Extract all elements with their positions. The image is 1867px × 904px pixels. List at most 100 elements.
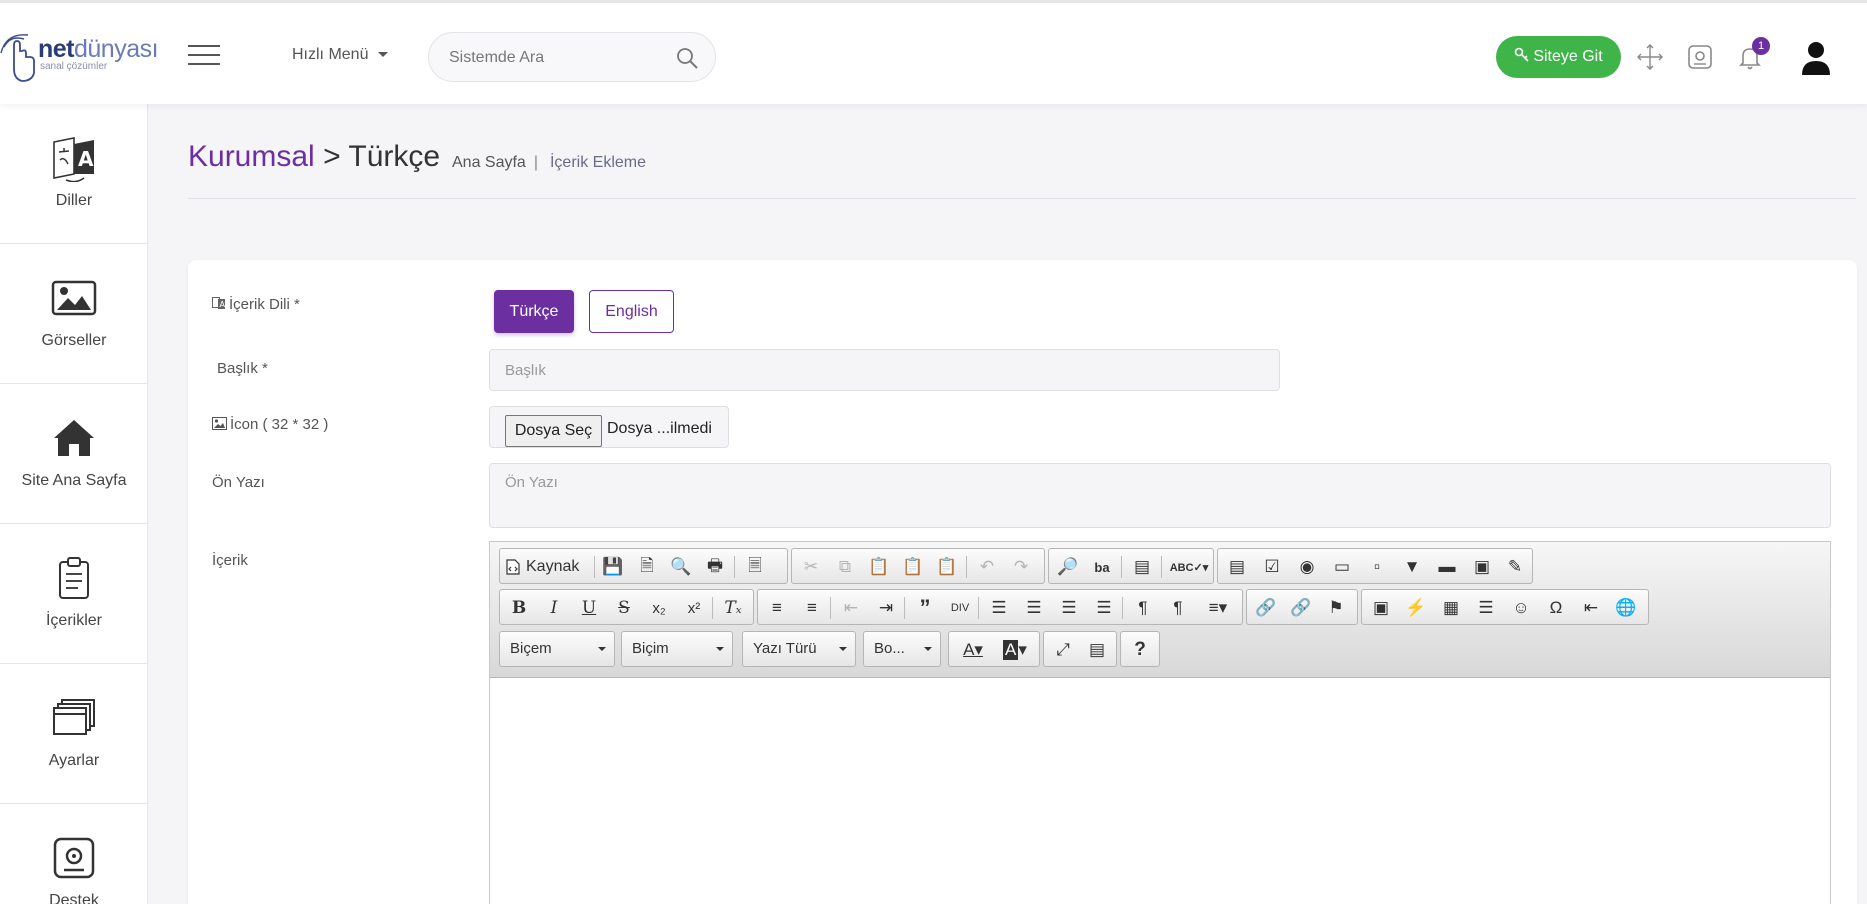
lang-turkish-button[interactable]: Türkçe: [494, 290, 574, 333]
choose-file-button[interactable]: Dosya Seç: [505, 415, 602, 447]
page-break-icon[interactable]: ⇤: [1578, 595, 1604, 621]
remove-format-icon[interactable]: Tₓ: [720, 595, 746, 621]
templates-icon[interactable]: 🗏: [742, 554, 768, 580]
anchor-flag-icon[interactable]: ⚑: [1323, 595, 1349, 621]
source-button[interactable]: Kaynak: [506, 554, 590, 580]
preview-icon[interactable]: 🔍: [668, 554, 694, 580]
align-justify-icon[interactable]: ☰: [1091, 595, 1117, 621]
sidebar-item-images[interactable]: Görseller: [0, 244, 148, 384]
paste-icon[interactable]: 📋: [866, 554, 892, 580]
horizontal-line-icon[interactable]: ☰: [1473, 595, 1499, 621]
editor-toolbar: Kaynak 💾 🗎 🔍 🖶 🗏 ✂ ⧉ 📋 📋 📋 ↶ ↷ 🔎 ba ▤ AB…: [490, 542, 1830, 678]
form-icon[interactable]: ▤: [1224, 554, 1250, 580]
redo-icon[interactable]: ↷: [1008, 554, 1034, 580]
paste-word-icon[interactable]: 📋: [934, 554, 960, 580]
select-field-icon[interactable]: ▼: [1399, 554, 1425, 580]
help-icon[interactable]: ?: [1127, 637, 1153, 663]
bold-icon[interactable]: B: [506, 595, 532, 621]
summary-label: Ön Yazı: [212, 474, 265, 491]
image-button-icon[interactable]: ▣: [1469, 554, 1495, 580]
paste-text-icon[interactable]: 📋: [900, 554, 926, 580]
align-center-icon[interactable]: ☰: [1021, 595, 1047, 621]
special-char-icon[interactable]: Ω: [1543, 595, 1569, 621]
ltr-icon[interactable]: ¶: [1130, 595, 1156, 621]
blockquote-icon[interactable]: ”: [912, 595, 938, 621]
content-language-text: İçerik Dili *: [229, 296, 300, 313]
find-icon[interactable]: 🔎: [1055, 554, 1081, 580]
copy-icon[interactable]: ⧉: [832, 554, 858, 580]
print-icon[interactable]: 🖶: [702, 554, 728, 580]
background-color-icon[interactable]: A ▾: [997, 637, 1033, 663]
notification-badge: 1: [1752, 37, 1770, 55]
page-title-language: Türkçe: [348, 140, 441, 173]
editor-content-area[interactable]: [490, 680, 1830, 904]
smiley-icon[interactable]: ☺: [1508, 595, 1534, 621]
flash-icon[interactable]: ⚡: [1403, 595, 1429, 621]
underline-icon[interactable]: U: [576, 595, 602, 621]
lang-english-button[interactable]: English: [589, 290, 674, 333]
safe-icon[interactable]: [1686, 43, 1714, 71]
toolbar-separator: [966, 556, 967, 578]
sidebar-item-languages[interactable]: A Diller: [0, 104, 148, 244]
maximize-icon[interactable]: ⤢: [1050, 637, 1076, 663]
indent-icon[interactable]: ⇥: [873, 595, 899, 621]
radio-icon[interactable]: ◉: [1294, 554, 1320, 580]
outdent-icon[interactable]: ⇤: [838, 595, 864, 621]
text-color-icon[interactable]: A▾: [955, 637, 991, 663]
replace-icon[interactable]: ba: [1089, 554, 1115, 580]
strikethrough-icon[interactable]: S: [611, 595, 637, 621]
font-dropdown[interactable]: Yazı Türü: [742, 631, 856, 667]
new-page-icon[interactable]: 🗎: [634, 554, 660, 580]
user-avatar-icon[interactable]: [1800, 39, 1832, 75]
superscript-icon[interactable]: x²: [681, 595, 707, 621]
cut-icon[interactable]: ✂: [798, 554, 824, 580]
subscript-icon[interactable]: x₂: [646, 595, 672, 621]
sidebar-item-label: İçerikler: [45, 612, 102, 629]
save-icon[interactable]: 💾: [600, 554, 626, 580]
italic-icon[interactable]: I: [541, 595, 567, 621]
summary-textarea[interactable]: [489, 463, 1831, 528]
table-icon[interactable]: ▦: [1438, 595, 1464, 621]
title-input[interactable]: [489, 349, 1280, 391]
clipboard-icon: [59, 557, 89, 599]
font-size-dropdown[interactable]: Bo...: [863, 631, 941, 667]
go-to-site-button[interactable]: Siteye Git: [1496, 36, 1621, 78]
numbered-list-icon[interactable]: ≡: [764, 595, 790, 621]
fullscreen-move-icon[interactable]: [1636, 43, 1664, 71]
quick-menu-dropdown[interactable]: Hızlı Menü: [292, 46, 389, 64]
sidebar-item-contents[interactable]: İçerikler: [0, 524, 148, 664]
sidebar-item-settings[interactable]: Ayarlar: [0, 664, 148, 804]
align-right-icon[interactable]: ☰: [1056, 595, 1082, 621]
breadcrumb-home[interactable]: Ana Sayfa: [452, 154, 526, 171]
hidden-field-icon[interactable]: ✎: [1502, 554, 1528, 580]
iframe-globe-icon[interactable]: 🌐: [1613, 595, 1639, 621]
button-field-icon[interactable]: ▬: [1434, 554, 1460, 580]
style-dropdown[interactable]: Biçim: [621, 631, 733, 667]
hamburger-menu-icon[interactable]: [188, 45, 220, 67]
search-icon[interactable]: [675, 46, 699, 70]
content-label: İçerik: [212, 552, 248, 569]
textarea-icon[interactable]: ▫: [1364, 554, 1390, 580]
search-input[interactable]: [449, 46, 659, 70]
logo[interactable]: netdünyası sanal çözümler: [0, 29, 159, 85]
select-all-icon[interactable]: ▤: [1129, 554, 1155, 580]
spellcheck-icon[interactable]: ABC✓▾: [1169, 554, 1209, 580]
insert-image-icon[interactable]: ▣: [1368, 595, 1394, 621]
language-dropdown-icon[interactable]: ≡▾: [1200, 595, 1236, 621]
toolbar-group-about: ?: [1120, 631, 1160, 667]
format-dropdown[interactable]: Biçem: [499, 631, 615, 667]
show-blocks-icon[interactable]: ▤: [1084, 637, 1110, 663]
rtl-icon[interactable]: ¶: [1165, 595, 1191, 621]
sidebar-item-support[interactable]: Destek: [0, 804, 148, 904]
link-icon[interactable]: 🔗: [1253, 595, 1279, 621]
checkbox-icon[interactable]: ☑: [1259, 554, 1285, 580]
text-field-icon[interactable]: ▭: [1329, 554, 1355, 580]
create-div-icon[interactable]: DIV: [947, 595, 973, 621]
sidebar-item-site-home[interactable]: Site Ana Sayfa: [0, 384, 148, 524]
toolbar-group-clipboard: ✂ ⧉ 📋 📋 📋 ↶ ↷: [791, 548, 1045, 584]
unlink-icon[interactable]: 🔗: [1288, 595, 1314, 621]
align-left-icon[interactable]: ☰: [986, 595, 1012, 621]
undo-icon[interactable]: ↶: [974, 554, 1000, 580]
breadcrumb-current[interactable]: İçerik Ekleme: [550, 154, 646, 171]
bulleted-list-icon[interactable]: ≡: [799, 595, 825, 621]
